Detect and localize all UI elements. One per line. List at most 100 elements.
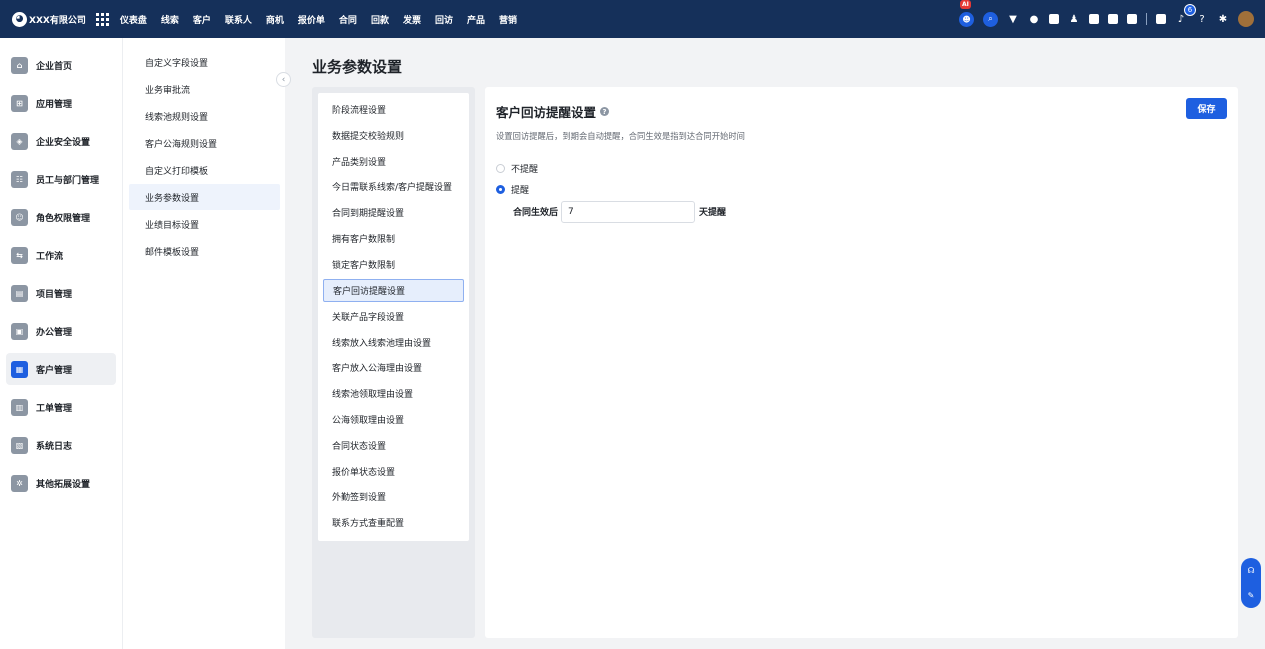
company-name: XXX有限公司 [29,15,86,26]
subnav-public-sea-rules[interactable]: 客户公海规则设置 [129,130,280,156]
menu-item-locked-customer-limit[interactable]: 锁定客户数限制 [323,253,464,276]
bell-icon[interactable]: ♪ 6 [1175,4,1196,25]
sidebar-item-apps[interactable]: ⊞ 应用管理 [6,87,116,119]
calendar-icon[interactable] [1127,14,1137,24]
option-no-reminder[interactable]: 不提醒 [496,162,538,175]
menu-item-product-category[interactable]: 产品类别设置 [323,150,464,173]
ai-assistant-icon[interactable]: ☻ AI [959,0,974,27]
sidebar-item-customers[interactable]: ▦ 客户管理 [6,353,116,385]
menu-item-product-fields[interactable]: 关联产品字段设置 [323,305,464,328]
nav-payments[interactable]: 回款 [371,13,389,26]
avatar[interactable] [1238,11,1254,27]
project-icon: ▤ [11,284,28,302]
company-switcher[interactable]: ◕ XXX有限公司 [12,11,86,27]
help-circle-icon[interactable]: ? [600,107,610,116]
settings-menu: 阶段流程设置 数据提交校验规则 产品类别设置 今日需联系线索/客户提醒设置 合同… [318,93,469,541]
sidebar-item-logs[interactable]: ▧ 系统日志 [6,429,116,461]
message-icon[interactable]: ▼ [1007,13,1019,25]
phone-icon[interactable] [1108,14,1118,24]
radio-checked[interactable] [496,185,505,194]
menu-item-contract-status[interactable]: 合同状态设置 [323,434,464,457]
option-label: 不提醒 [511,165,539,175]
option-reminder[interactable]: 提醒 [496,183,529,196]
sidebar-item-extensions[interactable]: ✲ 其他拓展设置 [6,467,116,499]
subnav-performance-goals[interactable]: 业绩目标设置 [129,211,280,237]
gear-icon[interactable]: ✱ [1217,13,1229,25]
sidebar-item-label: 工单管理 [36,403,73,414]
nav-leads[interactable]: 线索 [161,13,179,26]
sidebar-item-projects[interactable]: ▤ 项目管理 [6,277,116,309]
menu-item-own-customer-limit[interactable]: 拥有客户数限制 [323,227,464,250]
after-contract-label: 合同生效后 [513,208,559,218]
nav-contacts[interactable]: 联系人 [225,13,252,26]
save-button[interactable]: 保存 [1186,98,1227,119]
top-nav: 仪表盘 线索 客户 联系人 商机 报价单 合同 回款 发票 回访 产品 营销 [120,13,517,26]
customer-service-icon[interactable]: ☊ [1247,566,1254,575]
subnav-email-templates[interactable]: 邮件模板设置 [129,238,280,264]
nav-opportunities[interactable]: 商机 [266,13,284,26]
menu-item-visit-reminder[interactable]: 客户回访提醒设置 [323,279,464,302]
nav-products[interactable]: 产品 [467,13,485,26]
sidebar-item-label: 项目管理 [36,289,73,300]
reminder-days-input[interactable] [561,201,695,223]
sidebar-item-tickets[interactable]: ▥ 工单管理 [6,391,116,423]
menu-item-today-contact-reminder[interactable]: 今日需联系线索/客户提醒设置 [323,175,464,198]
subnav-business-params[interactable]: 业务参数设置 [129,184,280,210]
shield-icon: ◈ [11,132,28,150]
settings-content: 客户回访提醒设置 ? 设置回访提醒后，到期会自动提醒，合同生效是指到达合同开始时… [485,87,1238,638]
feedback-icon[interactable]: ✎ [1248,591,1255,600]
menu-item-contact-dedup[interactable]: 联系方式查重配置 [323,511,464,534]
menu-item-stage-flow[interactable]: 阶段流程设置 [323,98,464,121]
globe-icon[interactable]: ● [1028,13,1040,25]
menu-item-contract-expiry[interactable]: 合同到期提醒设置 [323,201,464,224]
menu-item-lead-pool-reason[interactable]: 线索放入线索池理由设置 [323,331,464,354]
radio-unchecked[interactable] [496,164,505,173]
menu-item-sea-claim-reason[interactable]: 公海领取理由设置 [323,408,464,431]
help-icon[interactable]: ? [1196,13,1208,25]
sidebar-item-label: 员工与部门管理 [36,175,100,186]
collapse-sidebar-button[interactable]: ‹ [276,72,291,87]
menu-item-quote-status[interactable]: 报价单状态设置 [323,460,464,483]
nav-contracts[interactable]: 合同 [339,13,357,26]
contact-icon[interactable]: ♟ [1068,13,1080,25]
sidebar-item-office[interactable]: ▣ 办公管理 [6,315,116,347]
menu-item-lead-claim-reason[interactable]: 线索池领取理由设置 [323,382,464,405]
sidebar-item-label: 办公管理 [36,327,73,338]
menu-item-validation-rules[interactable]: 数据提交校验规则 [323,124,464,147]
app-grid-icon[interactable] [95,12,109,26]
nav-invoices[interactable]: 发票 [403,13,421,26]
notification-badge: 6 [1184,4,1196,16]
document-icon[interactable] [1089,14,1099,24]
file-icon[interactable] [1156,14,1166,24]
customer-icon: ▦ [11,360,28,378]
subnav-approval-flow[interactable]: 业务审批流 [129,76,280,102]
nav-quotes[interactable]: 报价单 [298,13,325,26]
menu-item-field-checkin[interactable]: 外勤签到设置 [323,485,464,508]
sidebar-item-label: 企业安全设置 [36,137,91,148]
nav-customers[interactable]: 客户 [193,13,211,26]
sidebar-item-workflow[interactable]: ⇆ 工作流 [6,239,116,271]
subnav-lead-pool-rules[interactable]: 线索池规则设置 [129,103,280,129]
chevron-left-icon: ‹ [281,74,286,85]
home-icon: ⌂ [11,56,28,74]
nav-marketing[interactable]: 营销 [499,13,517,26]
mail-icon[interactable] [1049,14,1059,24]
sidebar-item-roles[interactable]: ☺ 角色权限管理 [6,201,116,233]
subnav-custom-fields[interactable]: 自定义字段设置 [129,49,280,75]
page-title: 业务参数设置 [312,58,403,76]
sidebar-item-security[interactable]: ◈ 企业安全设置 [6,125,116,157]
days-unit-label: 天提醒 [699,208,727,218]
company-logo-icon: ◕ [12,11,27,27]
office-icon: ▣ [11,322,28,340]
nav-dashboard[interactable]: 仪表盘 [120,13,147,26]
menu-item-public-sea-reason[interactable]: 客户放入公海理由设置 [323,356,464,379]
subnav-print-templates[interactable]: 自定义打印模板 [129,157,280,183]
users-icon: ☷ [11,170,28,188]
sidebar-item-home[interactable]: ⌂ 企业首页 [6,49,116,81]
nav-visits[interactable]: 回访 [435,13,453,26]
sidebar-item-staff[interactable]: ☷ 员工与部门管理 [6,163,116,195]
floating-toolbar: ☊ ✎ [1241,558,1261,608]
search-chat-icon[interactable]: ⌕ [983,11,998,27]
sidebar-item-label: 应用管理 [36,99,73,110]
option-label: 提醒 [511,186,530,196]
